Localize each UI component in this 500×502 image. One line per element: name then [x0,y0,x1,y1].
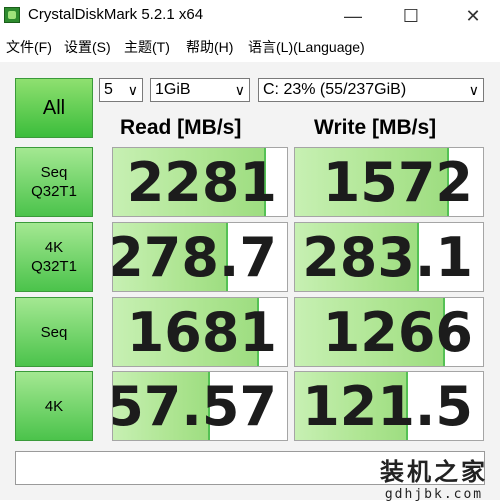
drive-select[interactable]: C: 23% (55/237GiB) ∨ [258,78,484,102]
seq-q32t1-read-cell: 2281 [112,147,288,217]
seq-write-cell: 1266 [294,297,484,367]
drive-value: C: 23% (55/237GiB) [263,81,407,98]
menu-file[interactable]: 文件(F) [6,37,52,57]
run-all-button[interactable]: All [15,78,93,138]
seq-button[interactable]: Seq [15,297,93,367]
watermark: 装机之家 gdhjbk.com [380,452,488,502]
result-value: 283.1 [302,226,473,289]
row-label-line2: Q32T1 [31,258,77,275]
4k-write-cell: 121.5 [294,371,484,441]
chevron-down-icon: ∨ [468,82,479,98]
row-label-line1: Seq [40,323,68,341]
4k-q32t1-write-cell: 283.1 [294,222,484,292]
maximize-button[interactable]: ☐ [388,0,434,32]
runs-select[interactable]: 5 ∨ [99,78,143,102]
seq-read-cell: 1681 [112,297,288,367]
result-value: 278.7 [112,226,277,289]
seq-q32t1-write-cell: 1572 [294,147,484,217]
runs-value: 5 [104,81,113,98]
result-value: 57.57 [112,375,277,438]
result-value: 2281 [126,151,277,214]
row-label-line1: Seq [40,164,68,181]
menu-language[interactable]: 语言(L)(Language) [248,37,365,57]
test-size-value: 1GiB [155,81,191,98]
title-bar: CrystalDiskMark 5.2.1 x64 — ☐ ✕ [0,0,500,33]
window-title: CrystalDiskMark 5.2.1 x64 [28,6,204,23]
result-value: 121.5 [302,375,473,438]
4k-button[interactable]: 4K [15,371,93,441]
chevron-down-icon: ∨ [234,82,245,98]
seq-q32t1-button[interactable]: Seq Q32T1 [15,147,93,217]
row-label-line1: 4K [44,397,64,415]
test-size-select[interactable]: 1GiB ∨ [150,78,250,102]
result-value: 1266 [322,301,473,364]
row-label-line2: Q32T1 [31,183,77,200]
menu-help[interactable]: 帮助(H) [186,37,233,57]
row-label-line1: 4K [44,239,64,256]
read-column-header: Read [MB/s] [120,116,242,139]
result-value: 1572 [322,151,473,214]
watermark-text: 装机之家 [380,459,488,486]
crystaldiskmark-app-icon [4,7,20,23]
4k-read-cell: 57.57 [112,371,288,441]
menu-theme[interactable]: 主题(T) [124,37,170,57]
4k-q32t1-read-cell: 278.7 [112,222,288,292]
minimize-button[interactable]: — [330,0,376,32]
4k-q32t1-button[interactable]: 4K Q32T1 [15,222,93,292]
chevron-down-icon: ∨ [127,82,138,98]
close-button[interactable]: ✕ [450,0,496,32]
write-column-header: Write [MB/s] [314,116,437,139]
menu-bar: 文件(F) 设置(S) 主题(T) 帮助(H) 语言(L)(Language) [0,33,500,59]
menu-settings[interactable]: 设置(S) [64,37,111,57]
result-value: 1681 [126,301,277,364]
